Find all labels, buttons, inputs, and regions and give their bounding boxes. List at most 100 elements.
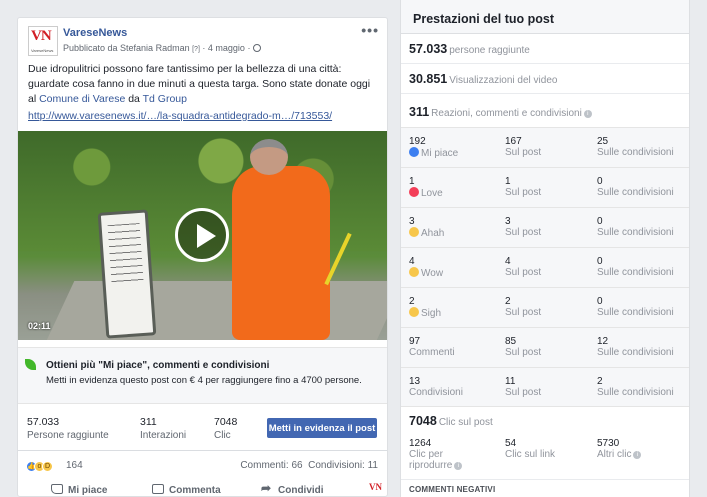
post-url-link[interactable]: http://www.varesenews.it/…/la-squadra-an…: [18, 107, 387, 122]
vn-logo: VN: [31, 28, 52, 44]
total-value: 192: [409, 136, 426, 147]
comment-label: Commenta: [169, 485, 221, 496]
more-options-icon[interactable]: •••: [361, 22, 379, 38]
row-on-shares: 0 Sulle condivisioni: [597, 296, 674, 319]
total-label: Wow: [409, 267, 443, 280]
total-label: Condivisioni: [409, 387, 463, 398]
on-post-value: 3: [505, 216, 511, 227]
reaction-name: Sigh: [421, 308, 442, 319]
metric-reach: 57.033 persone raggiunte: [401, 34, 689, 64]
row-on-post: 85 Sul post: [505, 336, 541, 359]
post-byline: Pubblicato da Stefania Radman [?] · 4 ma…: [63, 43, 261, 53]
video-worker-head: [250, 139, 288, 175]
clicks-header: 7048 Clic sul post: [409, 414, 493, 428]
boost-tip-text: Metti in evidenza questo post con € 4 pe…: [46, 375, 362, 386]
clicks-value: 7048: [409, 414, 437, 428]
stat-label: Interazioni: [140, 430, 187, 441]
info-icon[interactable]: i: [633, 451, 642, 459]
page-avatar[interactable]: VN VareseNews: [28, 26, 58, 56]
on-post-label: Sul post: [505, 307, 542, 318]
metric-engagement: 311 Reazioni, commenti e condivisioni i: [401, 94, 689, 129]
on-shares-label: Sulle condivisioni: [597, 147, 674, 158]
row-on-shares: 0 Sulle condivisioni: [597, 176, 674, 199]
shares-count[interactable]: Condivisioni: 11: [308, 460, 378, 471]
post-insights-panel: Prestazioni del tuo post 57.033 persone r…: [400, 0, 690, 497]
comments-count[interactable]: Commenti: 66: [240, 460, 302, 471]
mention-td-group[interactable]: Td Group: [143, 93, 187, 105]
total-value: 4: [409, 256, 415, 267]
play-icon[interactable]: [175, 208, 229, 262]
metric-value: 30.851: [409, 72, 448, 86]
row-shares: 13 Condivisioni 11 Sul post 2 Sulle condivi…: [401, 368, 689, 408]
post-date[interactable]: 4 maggio: [208, 43, 245, 53]
clicks-label: Clic sul post: [438, 417, 493, 428]
on-shares-label: Sulle condivisioni: [597, 227, 674, 238]
byline-author[interactable]: Pubblicato da Stefania Radman: [63, 43, 190, 53]
share-button[interactable]: Condividi: [261, 481, 324, 496]
total-label: Ahah: [409, 227, 444, 240]
metric-label: persone raggiunte: [449, 45, 530, 56]
on-post-value: 167: [505, 136, 522, 147]
total-value: 3: [409, 216, 415, 227]
click-label: Clic sul link: [505, 449, 556, 460]
boost-tip: Ottieni più "Mi piace", commenti e condi…: [18, 347, 387, 404]
metric-label: Visualizzazioni del video: [449, 75, 558, 86]
leaf-icon: [25, 359, 36, 370]
total-label: Mi piace: [409, 147, 458, 160]
post-actions: Mi piace Commenta Condividi VN ▼: [18, 480, 387, 496]
info-icon[interactable]: i: [454, 462, 463, 470]
reaction-name: Ahah: [421, 228, 445, 239]
row-on-post: 3 Sul post: [505, 216, 541, 239]
on-shares-value: 0: [597, 216, 603, 227]
post-message: Due idropulitrici possono fare tantissim…: [18, 62, 387, 107]
row-total: 1 Love: [409, 176, 443, 200]
stat-interactions: 311 Interazioni: [140, 415, 186, 443]
comment-button[interactable]: Commenta: [152, 484, 221, 496]
video-player[interactable]: 02:11: [18, 131, 387, 340]
stat-value: 311: [140, 416, 157, 428]
row-on-post: 11 Sul post: [505, 376, 541, 399]
stat-value: 7048: [214, 416, 238, 428]
panel-title: Prestazioni del tuo post: [401, 0, 689, 34]
stat-clicks: 7048 Clic: [214, 415, 237, 443]
byline-badge[interactable]: [?]: [192, 46, 200, 53]
like-icon: [409, 147, 419, 157]
metric-value: 57.033: [409, 42, 448, 56]
on-shares-label: Sulle condivisioni: [597, 307, 674, 318]
reaction-count[interactable]: 164: [66, 460, 83, 471]
row-total: 3 Ahah: [409, 216, 444, 240]
on-post-label: Sul post: [505, 347, 542, 358]
stat-label: Persone raggiunte: [27, 430, 109, 441]
video-duration: 02:11: [28, 321, 51, 331]
on-post-value: 2: [505, 296, 511, 307]
row-total: 192 Mi piace: [409, 136, 458, 160]
mention-comune-varese[interactable]: Comune di Varese: [39, 93, 125, 105]
video-sign: [97, 209, 157, 339]
reactions-breakdown: 192 Mi piace 167 Sul post 25 Sulle condivis…: [401, 127, 689, 407]
on-shares-value: 0: [597, 296, 603, 307]
like-button[interactable]: Mi piace: [51, 484, 107, 496]
row-on-post: 167 Sul post: [505, 136, 541, 159]
row-total: 2 Sigh: [409, 296, 441, 320]
comment-icon: [152, 484, 164, 494]
reaction-icons[interactable]: 👍 o D: [26, 459, 53, 472]
reaction-row-love: 1 Love 1 Sul post 0 Sulle condivisioni: [401, 168, 689, 208]
boost-post-button[interactable]: Metti in evidenza il post: [267, 418, 377, 438]
share-label: Condividi: [278, 485, 324, 496]
row-on-shares: 2 Sulle condivisioni: [597, 376, 674, 399]
vn-small-logo: VN: [369, 482, 382, 492]
click-other: 5730 Altri clic i: [597, 438, 642, 460]
page-name-link[interactable]: VareseNews: [63, 27, 127, 39]
metric-label: Reazioni, commenti e condivisioni: [431, 108, 582, 119]
on-post-label: Sul post: [505, 387, 542, 398]
row-on-shares: 0 Sulle condivisioni: [597, 256, 674, 279]
total-value: 2: [409, 296, 415, 307]
page-selector[interactable]: VN ▼: [369, 482, 387, 496]
on-post-value: 4: [505, 256, 511, 267]
info-icon[interactable]: i: [583, 110, 592, 118]
row-on-shares: 25 Sulle condivisioni: [597, 136, 674, 159]
click-label-text: Altri clic: [597, 449, 632, 460]
thumbs-up-icon: [51, 484, 63, 494]
metric-video-views: 30.851 Visualizzazioni del video: [401, 64, 689, 94]
on-shares-label: Sulle condivisioni: [597, 387, 674, 398]
